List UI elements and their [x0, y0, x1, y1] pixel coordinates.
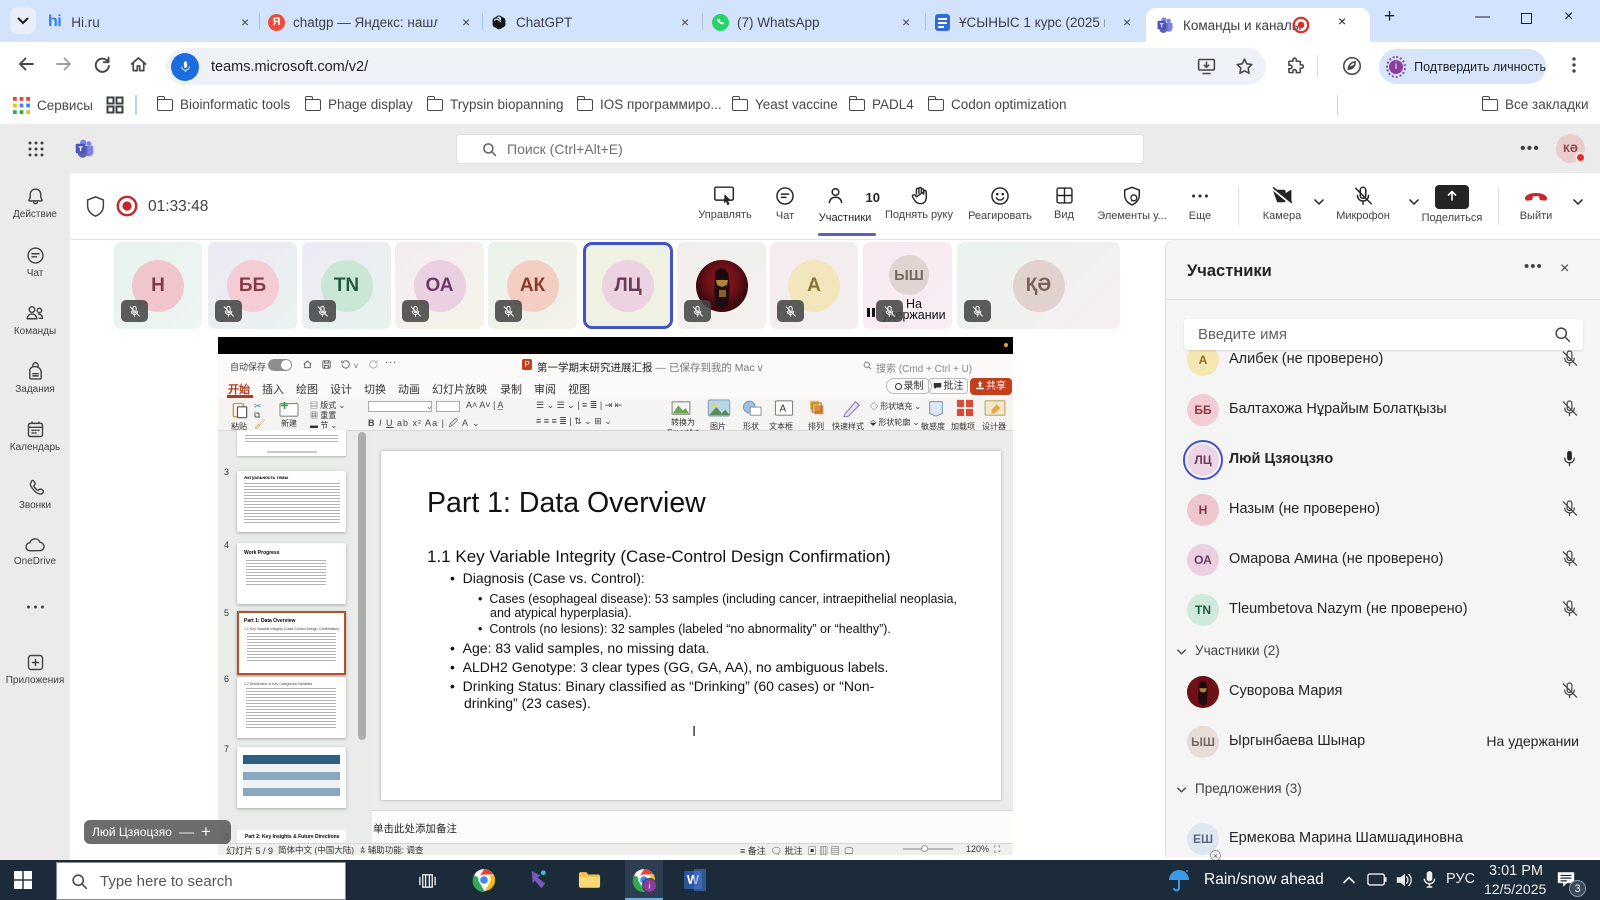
- svg-text:A: A: [780, 404, 787, 415]
